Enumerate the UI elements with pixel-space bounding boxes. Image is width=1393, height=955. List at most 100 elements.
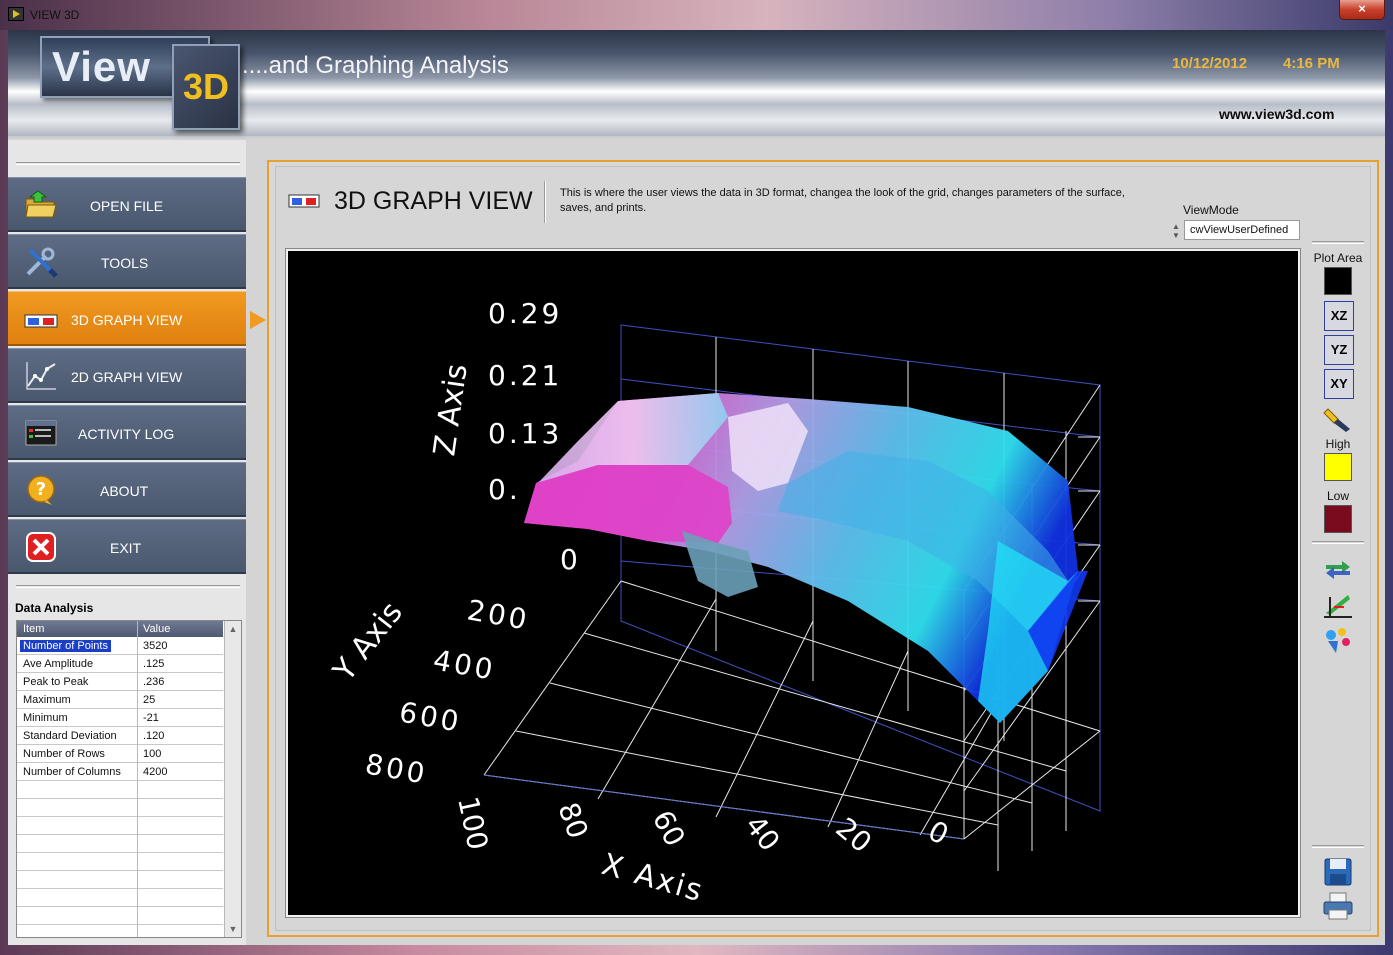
table-row[interactable]: Maximum 25 xyxy=(17,691,223,709)
table-scrollbar[interactable]: ▲ ▼ xyxy=(224,621,241,937)
logo-3d: 3D xyxy=(172,44,240,130)
save-icon[interactable] xyxy=(1322,857,1354,887)
swap-arrows-icon[interactable] xyxy=(1322,553,1354,583)
table-row[interactable]: Number of Columns 4200 xyxy=(17,763,223,781)
viewmode-select[interactable]: cwViewUserDefined xyxy=(1184,220,1300,240)
app-icon xyxy=(8,7,24,21)
divider xyxy=(16,162,240,165)
nav-open-file[interactable]: OPEN FILE xyxy=(8,177,246,232)
question-icon: ? xyxy=(27,475,55,505)
cell-item: Number of Rows xyxy=(23,748,105,760)
z-tick: 0.29 xyxy=(488,297,562,330)
table-row-empty xyxy=(17,907,223,925)
line-graph-icon xyxy=(26,362,56,390)
low-color-swatch[interactable] xyxy=(1324,505,1352,533)
cell-item: Standard Deviation xyxy=(23,730,117,742)
cell-item: Minimum xyxy=(23,712,68,724)
table-row[interactable]: Number of Rows 100 xyxy=(17,745,223,763)
plot-area-color-swatch[interactable] xyxy=(1324,267,1352,295)
cell-value: .120 xyxy=(143,730,165,742)
y-tick: 600 xyxy=(397,695,464,738)
column-header-value: Value xyxy=(143,623,171,635)
table-row-empty xyxy=(17,817,223,835)
print-icon[interactable] xyxy=(1322,891,1354,921)
active-page-arrow-icon xyxy=(250,311,266,329)
scroll-down-icon[interactable]: ▼ xyxy=(227,923,239,935)
column-divider xyxy=(137,621,138,937)
nav-tools[interactable]: TOOLS xyxy=(8,234,246,289)
x-tick: 100 xyxy=(451,794,494,853)
x-tick: 80 xyxy=(551,798,594,843)
table-row-empty xyxy=(17,799,223,817)
viewmode-spinner-icon[interactable]: ▲ ▼ xyxy=(1171,222,1181,240)
nav-3d-graph-view[interactable]: 3D GRAPH VIEW xyxy=(8,291,246,346)
plot-3d-area[interactable]: 0.29 0.21 0.13 0. 0 Z Axis 200 400 600 8… xyxy=(285,248,1301,918)
app-window: View 3D ....and Graphing Analysis 10/12/… xyxy=(8,30,1385,945)
table-row-empty xyxy=(17,853,223,871)
cell-value: 3520 xyxy=(143,640,168,652)
nav-label: EXIT xyxy=(110,540,142,556)
table-row-empty xyxy=(17,781,223,799)
y-axis-label: Y Axis xyxy=(326,595,410,688)
time-display: 4:16 PM xyxy=(1283,55,1340,72)
cell-value: 100 xyxy=(143,748,162,760)
3d-glasses-icon xyxy=(24,314,58,328)
plot-area-label: Plot Area xyxy=(1313,251,1363,265)
nav-exit[interactable]: EXIT xyxy=(8,519,246,574)
axis-tool-icon[interactable] xyxy=(1322,589,1354,619)
header-banner: View 3D ....and Graphing Analysis 10/12/… xyxy=(8,30,1385,138)
table-row[interactable]: Minimum -21 xyxy=(17,709,223,727)
high-color-swatch[interactable] xyxy=(1324,453,1352,481)
plane-xy-button[interactable]: XY xyxy=(1324,369,1354,399)
z-axis-label: Z Axis xyxy=(427,362,475,458)
website-url: www.view3d.com xyxy=(1219,106,1335,122)
viewmode-label: ViewMode xyxy=(1183,203,1239,217)
y-tick: 200 xyxy=(465,593,532,636)
plane-yz-button[interactable]: YZ xyxy=(1324,335,1354,365)
divider xyxy=(1312,241,1364,244)
close-button[interactable]: × xyxy=(1339,0,1385,20)
x-tick: 20 xyxy=(830,811,879,859)
cell-item: Ave Amplitude xyxy=(23,658,94,670)
flashlight-icon[interactable] xyxy=(1322,403,1354,433)
divider xyxy=(1312,845,1364,848)
log-window-icon xyxy=(25,420,57,446)
data-analysis-title: Data Analysis xyxy=(15,601,94,615)
main-inner: 3D GRAPH VIEW This is where the user vie… xyxy=(275,166,1371,931)
x-tick: 0 xyxy=(923,814,954,852)
z-tick: 0. xyxy=(488,473,521,506)
y-tick: 800 xyxy=(363,747,430,790)
title-separator xyxy=(544,181,546,223)
nav-label: OPEN FILE xyxy=(90,198,164,214)
folder-icon xyxy=(25,190,57,218)
cell-value: -21 xyxy=(143,712,159,724)
page-title: 3D GRAPH VIEW xyxy=(334,187,533,215)
table-row[interactable]: Number of Points 3520 xyxy=(17,637,223,655)
column-header-item: Item xyxy=(23,623,45,635)
z-tick: 0 xyxy=(560,543,578,576)
scroll-up-icon[interactable]: ▲ xyxy=(227,623,239,635)
table-row-empty xyxy=(17,871,223,889)
nav-about[interactable]: ? ABOUT xyxy=(8,462,246,517)
low-label: Low xyxy=(1326,489,1349,503)
nav-label: 3D GRAPH VIEW xyxy=(71,312,183,328)
table-row[interactable]: Standard Deviation .120 xyxy=(17,727,223,745)
cell-value: .125 xyxy=(143,658,165,670)
plot-3d-svg: 0.29 0.21 0.13 0. 0 Z Axis 200 400 600 8… xyxy=(326,297,1101,909)
nav-activity-log[interactable]: ACTIVITY LOG xyxy=(8,405,246,460)
title-bar: VIEW 3D × xyxy=(0,0,1393,30)
color-dots-icon[interactable] xyxy=(1322,625,1354,655)
nav-2d-graph-view[interactable]: 2D GRAPH VIEW xyxy=(8,348,246,403)
table-row[interactable]: Peak to Peak .236 xyxy=(17,673,223,691)
table-row-empty xyxy=(17,889,223,907)
plane-xz-button[interactable]: XZ xyxy=(1324,301,1354,331)
date-display: 10/12/2012 xyxy=(1172,55,1248,72)
svg-text:?: ? xyxy=(36,479,46,500)
page-description: This is where the user views the data in… xyxy=(560,187,1125,214)
nav-label: 2D GRAPH VIEW xyxy=(71,369,183,385)
table-row[interactable]: Ave Amplitude .125 xyxy=(17,655,223,673)
divider xyxy=(1312,541,1364,544)
divider xyxy=(16,585,240,588)
z-tick: 0.21 xyxy=(488,359,562,392)
data-analysis-table[interactable]: Item Value Number of Points 3520 Ave Amp… xyxy=(16,620,242,938)
